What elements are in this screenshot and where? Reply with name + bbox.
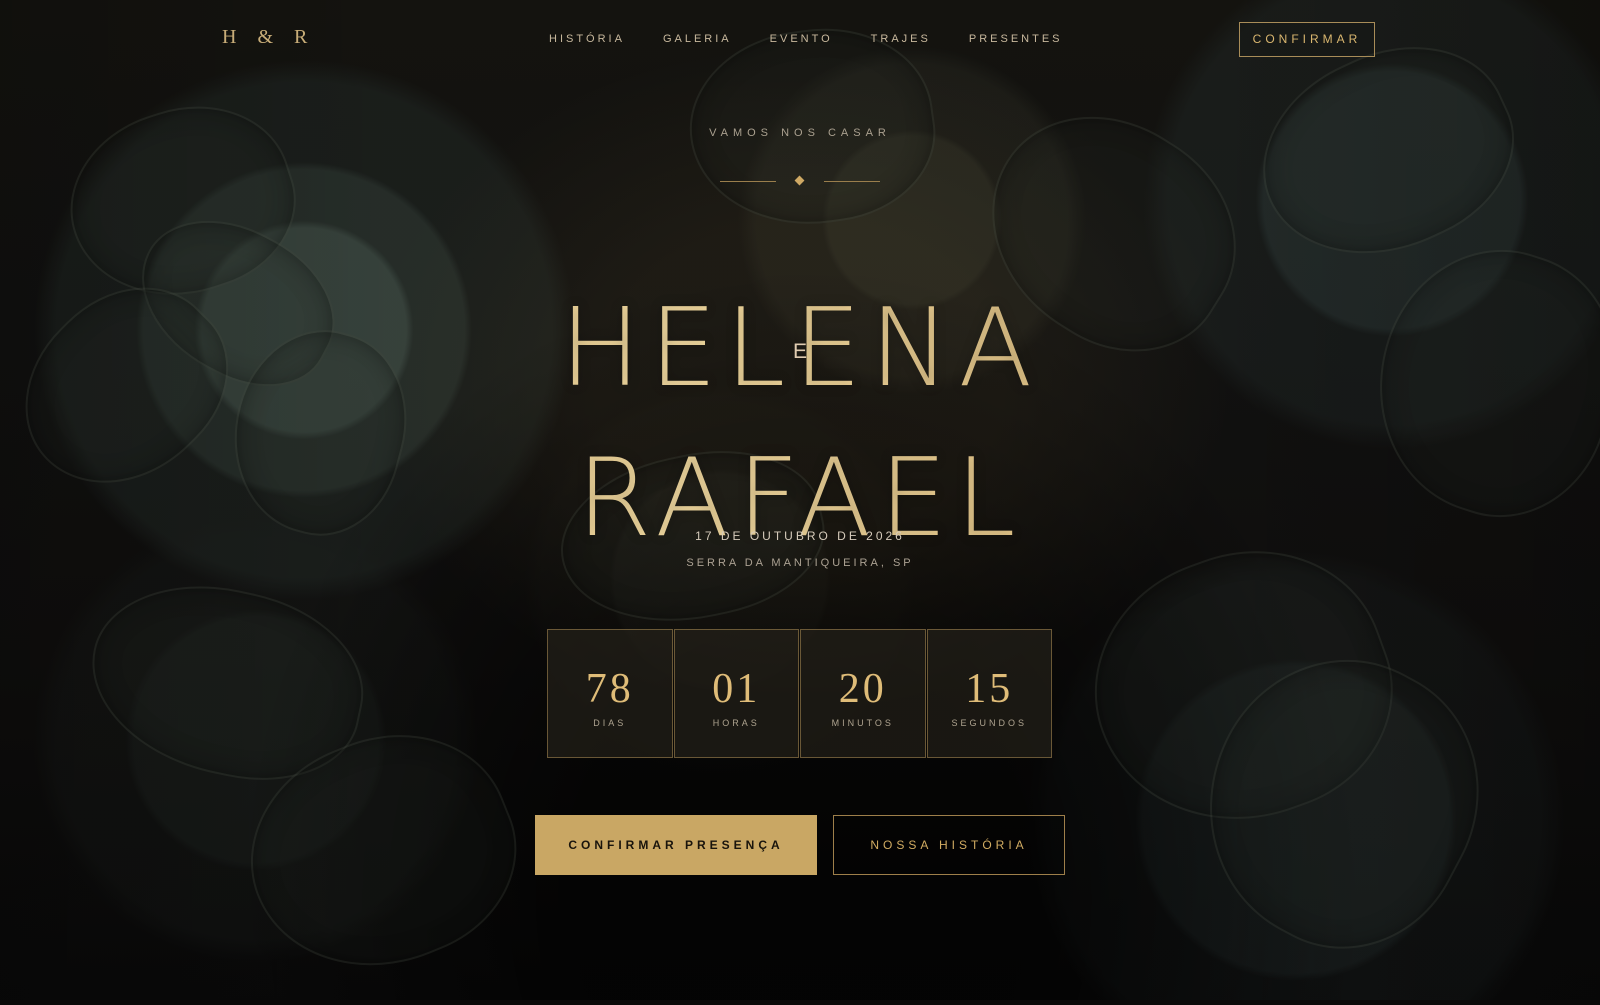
confirm-presence-button[interactable]: CONFIRMAR PRESENÇA bbox=[535, 815, 817, 875]
countdown-minutes-label: MINUTOS bbox=[831, 718, 894, 728]
countdown-seconds-value: 15 bbox=[965, 666, 1014, 712]
our-story-button[interactable]: NOSSA HISTÓRIA bbox=[833, 815, 1065, 875]
wedding-hero: VAMOS NOS CASAR HELENA E RAFAEL 17 DE OU… bbox=[0, 0, 1600, 1000]
divider-line-right bbox=[824, 181, 880, 182]
countdown-seconds-label: SEGUNDOS bbox=[951, 718, 1027, 728]
countdown-hours: 01 HORAS bbox=[673, 629, 799, 758]
name-conjunction: E bbox=[792, 340, 807, 363]
divider-line-left bbox=[720, 181, 776, 182]
decorative-divider bbox=[720, 173, 880, 189]
wedding-announcement: VAMOS NOS CASAR bbox=[709, 127, 891, 139]
wedding-location: SERRA DA MANTIQUEIRA, SP bbox=[686, 557, 914, 569]
countdown-minutes: 20 MINUTOS bbox=[800, 629, 926, 758]
countdown-minutes-value: 20 bbox=[838, 666, 887, 712]
countdown-days: 78 DIAS bbox=[547, 629, 673, 758]
countdown-days-value: 78 bbox=[585, 666, 634, 712]
wedding-date: 17 DE OUTUBRO DE 2026 bbox=[695, 529, 905, 543]
countdown-seconds: 15 SEGUNDOS bbox=[926, 629, 1052, 758]
diamond-icon bbox=[794, 175, 805, 186]
countdown-hours-value: 01 bbox=[712, 666, 761, 712]
countdown-hours-label: HORAS bbox=[712, 718, 760, 728]
countdown-days-label: DIAS bbox=[593, 718, 627, 728]
countdown-timer: 78 DIAS 01 HORAS 20 MINUTOS 15 SEGUNDOS bbox=[547, 629, 1053, 758]
